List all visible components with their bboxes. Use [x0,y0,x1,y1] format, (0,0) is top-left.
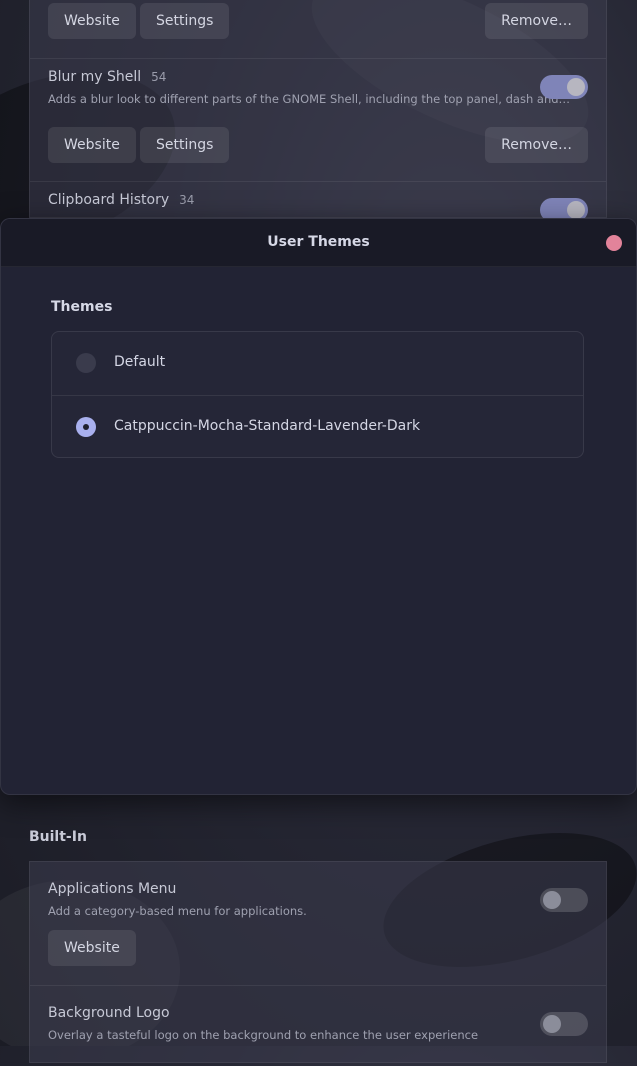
extension-toggle[interactable] [540,1012,588,1036]
website-button[interactable]: Website [48,3,136,39]
built-in-section-label: Built-In [29,829,87,845]
website-button[interactable]: Website [48,930,136,966]
extension-title: Applications Menu [48,881,177,897]
website-button[interactable]: Website [48,127,136,163]
user-themes-dialog: User Themes Themes Default Catppuccin-Mo… [0,218,637,795]
close-icon[interactable] [606,235,622,251]
extension-row-clipboard-history: Clipboard History 34 [30,181,606,222]
extension-toggle[interactable] [540,75,588,99]
extension-title: Clipboard History 34 [48,192,195,208]
extension-row-background-logo: Background Logo Overlay a tasteful logo … [30,985,606,1066]
theme-option-default[interactable]: Default [52,332,583,394]
settings-button[interactable]: Settings [140,3,230,39]
theme-option-catppuccin[interactable]: Catppuccin-Mocha-Standard-Lavender-Dark [52,395,583,458]
theme-option-label: Default [114,354,166,370]
extension-count: 34 [179,193,195,207]
extension-row-top: Website Settings Remove… [30,0,606,58]
extension-toggle[interactable] [540,888,588,912]
extension-description: Overlay a tasteful logo on the backgroun… [48,1028,479,1042]
radio-button[interactable] [76,353,96,373]
built-in-extensions-card: Applications Menu Add a category-based m… [29,861,607,1063]
extension-row-blur-my-shell: Blur my Shell 54 Adds a blur look to diff… [30,58,606,182]
radio-button[interactable] [76,417,96,437]
extension-count: 54 [151,70,167,84]
themes-list: Default Catppuccin-Mocha-Standard-Lavend… [51,331,584,458]
themes-group-title: Themes [51,299,113,315]
dialog-header: User Themes [1,219,636,267]
extension-title: Blur my Shell 54 [48,69,167,85]
extension-title: Background Logo [48,1005,170,1021]
extension-row-applications-menu: Applications Menu Add a category-based m… [30,862,606,985]
user-extensions-card: Website Settings Remove… Blur my Shell 54… [29,0,607,222]
remove-button[interactable]: Remove… [485,3,588,39]
dialog-title: User Themes [267,234,370,250]
remove-button[interactable]: Remove… [485,127,588,163]
extension-description: Add a category-based menu for applicatio… [48,904,307,918]
extension-description: Adds a blur look to different parts of t… [48,92,571,106]
settings-button[interactable]: Settings [140,127,230,163]
theme-option-label: Catppuccin-Mocha-Standard-Lavender-Dark [114,418,421,434]
